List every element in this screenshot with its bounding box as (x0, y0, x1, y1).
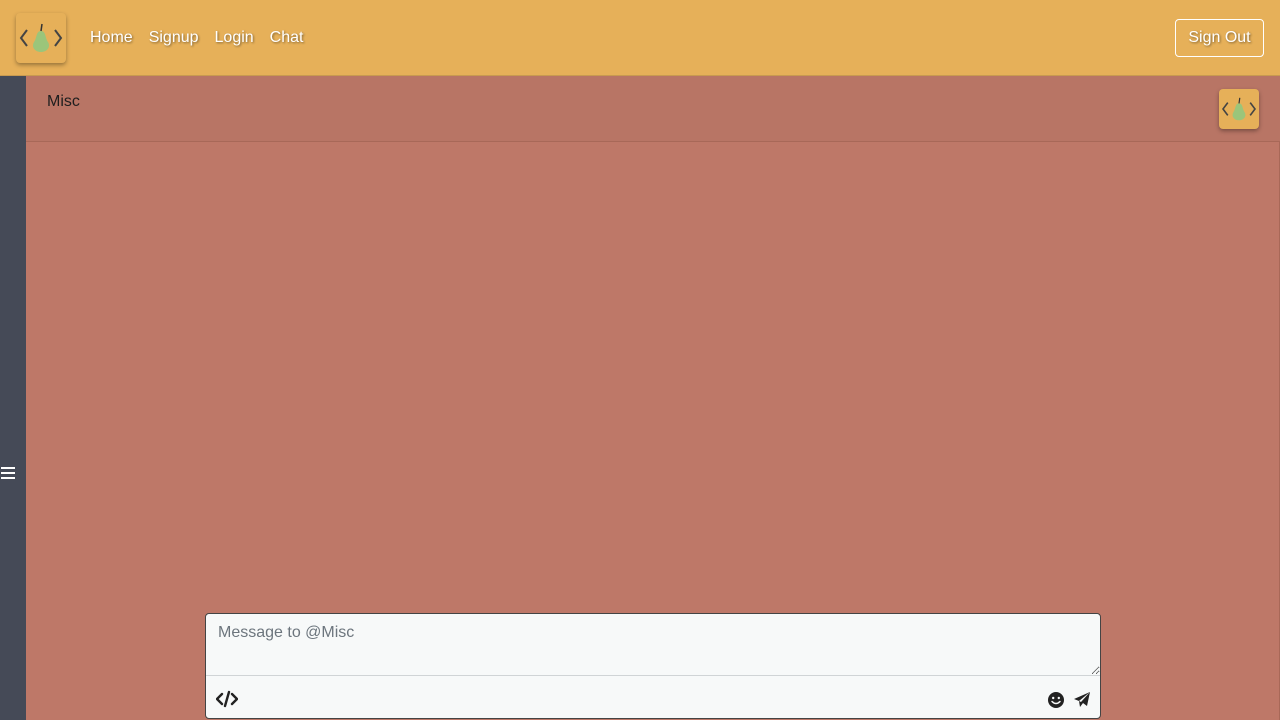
channel-header: Misc (26, 76, 1280, 142)
message-composer (205, 613, 1101, 719)
hamburger-icon[interactable] (1, 467, 15, 481)
smile-icon[interactable] (1047, 691, 1065, 709)
message-input[interactable] (206, 614, 1100, 676)
nav-link-chat[interactable]: Chat (270, 28, 304, 48)
nav-link-login[interactable]: Login (215, 28, 254, 48)
sidebar (0, 76, 26, 720)
pear-code-logo-icon (1222, 97, 1256, 121)
channel-logo[interactable] (1219, 89, 1259, 129)
code-icon[interactable] (216, 690, 238, 708)
nav-link-signup[interactable]: Signup (149, 28, 199, 48)
paper-plane-icon[interactable] (1073, 691, 1091, 709)
nav-links: Home Signup Login Chat (90, 28, 319, 48)
channel-title: Misc (47, 93, 80, 110)
top-navbar: Home Signup Login Chat Sign Out (0, 0, 1280, 76)
pear-code-logo-icon (19, 23, 63, 52)
sign-out-button[interactable]: Sign Out (1175, 19, 1264, 57)
brand-logo[interactable] (16, 13, 66, 63)
nav-link-home[interactable]: Home (90, 28, 133, 48)
